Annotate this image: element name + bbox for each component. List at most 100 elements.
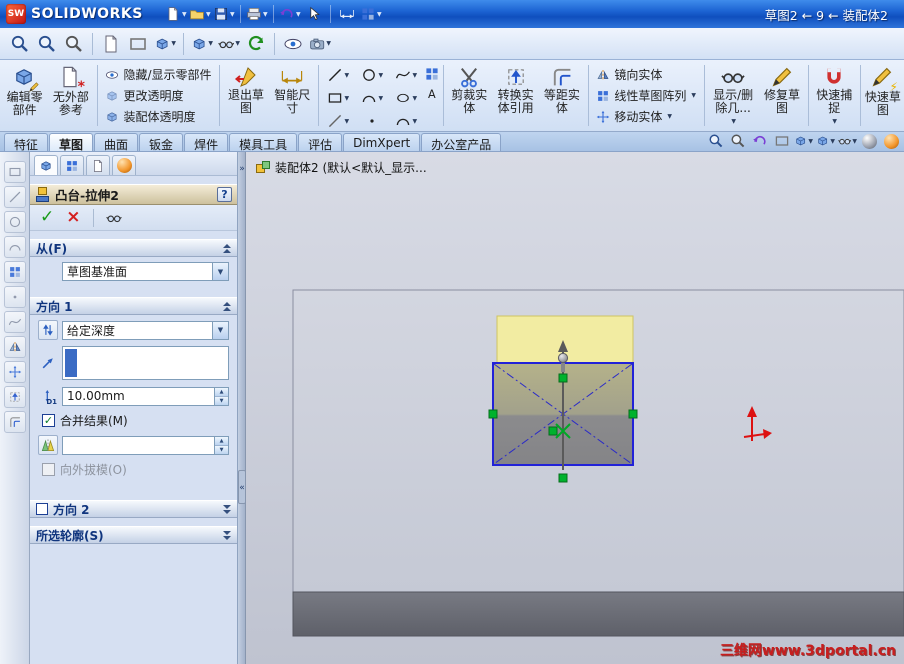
flyout-expand-button[interactable]: » <box>238 162 246 176</box>
zoom-in-out-icon[interactable] <box>8 32 32 56</box>
scene-icon[interactable]: ▼ <box>308 32 332 56</box>
centerline-tool-button[interactable]: ▼ <box>322 110 355 132</box>
left-toolbar-button[interactable] <box>3 261 26 283</box>
merge-result-checkbox[interactable]: ✓ <box>42 414 55 427</box>
handle-knob[interactable] <box>557 352 569 364</box>
hide-show-items-icon[interactable]: ▼ <box>217 32 241 56</box>
display-delete-relations-button[interactable]: 显示/删除几... ▼ <box>708 62 759 129</box>
measure-button[interactable] <box>336 3 358 25</box>
previous-view-icon[interactable] <box>99 32 123 56</box>
left-toolbar-button[interactable] <box>3 286 26 308</box>
left-toolbar-button[interactable] <box>3 161 26 183</box>
tab-surfaces[interactable]: 曲面 <box>94 133 139 152</box>
relation-marker[interactable] <box>548 426 558 436</box>
rapid-sketch-button[interactable]: ⚡ 快速草图 <box>864 62 902 129</box>
point-tool-button[interactable] <box>356 110 389 132</box>
tab-configuration-manager[interactable] <box>86 155 110 175</box>
section-header-selected-contours[interactable]: 所选轮廓(S) <box>30 526 237 544</box>
quick-snaps-button[interactable]: 快速捕捉 ▼ <box>812 62 857 129</box>
tab-evaluate[interactable]: 评估 <box>298 133 343 152</box>
panel-splitter[interactable]: » « <box>238 152 246 664</box>
options-grid-button[interactable]: ▼ <box>360 3 382 25</box>
direction-reference-selection-box[interactable] <box>62 346 229 380</box>
help-button[interactable]: ? <box>217 187 232 202</box>
change-transparency-button[interactable]: 更改透明度 <box>102 86 214 106</box>
mirror-entities-button[interactable]: 镜向实体 <box>593 65 699 85</box>
circle-tool-button[interactable]: ▼ <box>356 64 389 86</box>
print-button[interactable]: ▼ <box>246 3 268 25</box>
graphics-viewport[interactable]: 装配体2 (默认<默认_显示... 三维网www.3dportal.cn <box>246 152 904 664</box>
hide-show-components-button[interactable]: 隐藏/显示零部件 <box>102 65 214 85</box>
save-button[interactable]: ▼ <box>213 3 235 25</box>
display-style-icon[interactable]: ▼ <box>816 132 835 150</box>
ellipse-tool-button[interactable]: ▼ <box>390 87 423 109</box>
draft-angle-input[interactable]: ▲ ▼ <box>62 435 229 455</box>
rectangle-tool-button[interactable]: ▼ <box>322 87 355 109</box>
no-external-references-button[interactable]: * 无外部参考 <box>48 62 93 129</box>
left-toolbar-button[interactable] <box>3 236 26 258</box>
assembly-transparency-button[interactable]: 装配体透明度 <box>102 107 214 127</box>
tab-appearances[interactable] <box>112 155 136 175</box>
section-header-direction2[interactable]: 方向 2 <box>30 500 237 518</box>
draft-button[interactable] <box>38 435 58 455</box>
select-cursor-button[interactable] <box>303 3 325 25</box>
left-toolbar-button[interactable] <box>3 311 26 333</box>
tab-office-products[interactable]: 办公室产品 <box>421 133 502 152</box>
depth-input[interactable]: 10.00mm ▲ ▼ <box>62 386 229 406</box>
flyout-feature-tree[interactable]: 装配体2 (默认<默认_显示... <box>256 159 427 176</box>
relation-marker[interactable] <box>558 473 568 483</box>
section-header-from[interactable]: 从(F) <box>30 239 237 257</box>
reverse-direction-button[interactable] <box>38 320 58 340</box>
sketch-text-button[interactable] <box>424 86 440 102</box>
relation-marker[interactable] <box>558 373 568 383</box>
hide-show-items-icon[interactable]: ▼ <box>838 132 857 150</box>
tab-sheet-metal[interactable]: 钣金 <box>139 133 184 152</box>
section-view-icon[interactable] <box>126 32 150 56</box>
spinner-buttons[interactable]: ▲ ▼ <box>214 387 228 405</box>
appearance-sphere-icon[interactable] <box>860 132 879 150</box>
zoom-area-icon[interactable] <box>35 32 59 56</box>
end-condition-dropdown[interactable]: 给定深度 ▼ <box>62 320 229 340</box>
direction2-checkbox[interactable] <box>36 503 48 515</box>
offset-entities-button[interactable]: 等距实体 <box>539 62 584 129</box>
tab-features[interactable]: 特征 <box>4 133 49 152</box>
display-style-icon[interactable]: ▼ <box>190 32 214 56</box>
panel-collapse-button[interactable]: « <box>238 470 246 504</box>
selected-item-highlight[interactable] <box>65 349 77 377</box>
tab-weldments[interactable]: 焊件 <box>184 133 229 152</box>
cancel-button[interactable]: × <box>66 209 80 226</box>
section-header-direction1[interactable]: 方向 1 <box>30 297 237 315</box>
tab-property-manager[interactable] <box>60 155 84 175</box>
redraw-icon[interactable] <box>244 32 268 56</box>
from-condition-dropdown[interactable]: 草图基准面 ▼ <box>62 262 229 281</box>
3d-scene-canvas[interactable] <box>246 152 904 664</box>
appearance-icon[interactable] <box>281 32 305 56</box>
draft-outward-checkbox[interactable] <box>42 463 55 476</box>
zoom-fit-icon[interactable] <box>62 32 86 56</box>
relation-marker[interactable] <box>628 409 638 419</box>
detailed-preview-button[interactable] <box>106 210 122 226</box>
spinner-buttons[interactable]: ▲ ▼ <box>214 436 228 454</box>
pattern-grid-button[interactable] <box>424 66 440 82</box>
trim-entities-button[interactable]: 剪裁实体 <box>447 62 492 129</box>
tab-feature-manager[interactable] <box>34 155 58 175</box>
fillet-tool-button[interactable]: ▼ <box>390 110 423 132</box>
new-document-button[interactable]: ▼ <box>165 3 187 25</box>
zoom-fit-icon[interactable] <box>706 132 725 150</box>
left-toolbar-button[interactable] <box>3 336 26 358</box>
assembly-tree-label[interactable]: 装配体2 (默认<默认_显示... <box>275 159 427 176</box>
linear-sketch-pattern-button[interactable]: 线性草图阵列 ▼ <box>593 86 699 106</box>
left-toolbar-button[interactable] <box>3 411 26 433</box>
undo-button[interactable]: ▼ <box>279 3 301 25</box>
line-tool-button[interactable]: ▼ <box>322 64 355 86</box>
left-toolbar-button[interactable] <box>3 386 26 408</box>
tab-sketch[interactable]: 草图 <box>49 133 94 152</box>
scene-sphere-icon[interactable] <box>882 132 901 150</box>
relation-marker[interactable] <box>488 409 498 419</box>
open-button[interactable]: ▼ <box>189 3 211 25</box>
spline-tool-button[interactable]: ▼ <box>390 64 423 86</box>
repair-sketch-button[interactable]: 修复草图 <box>759 62 804 129</box>
view-orientation-icon[interactable]: ▼ <box>153 32 177 56</box>
merge-result-row[interactable]: ✓ 合并结果(M) <box>42 412 229 429</box>
move-entities-button[interactable]: 移动实体 ▼ <box>593 107 699 127</box>
